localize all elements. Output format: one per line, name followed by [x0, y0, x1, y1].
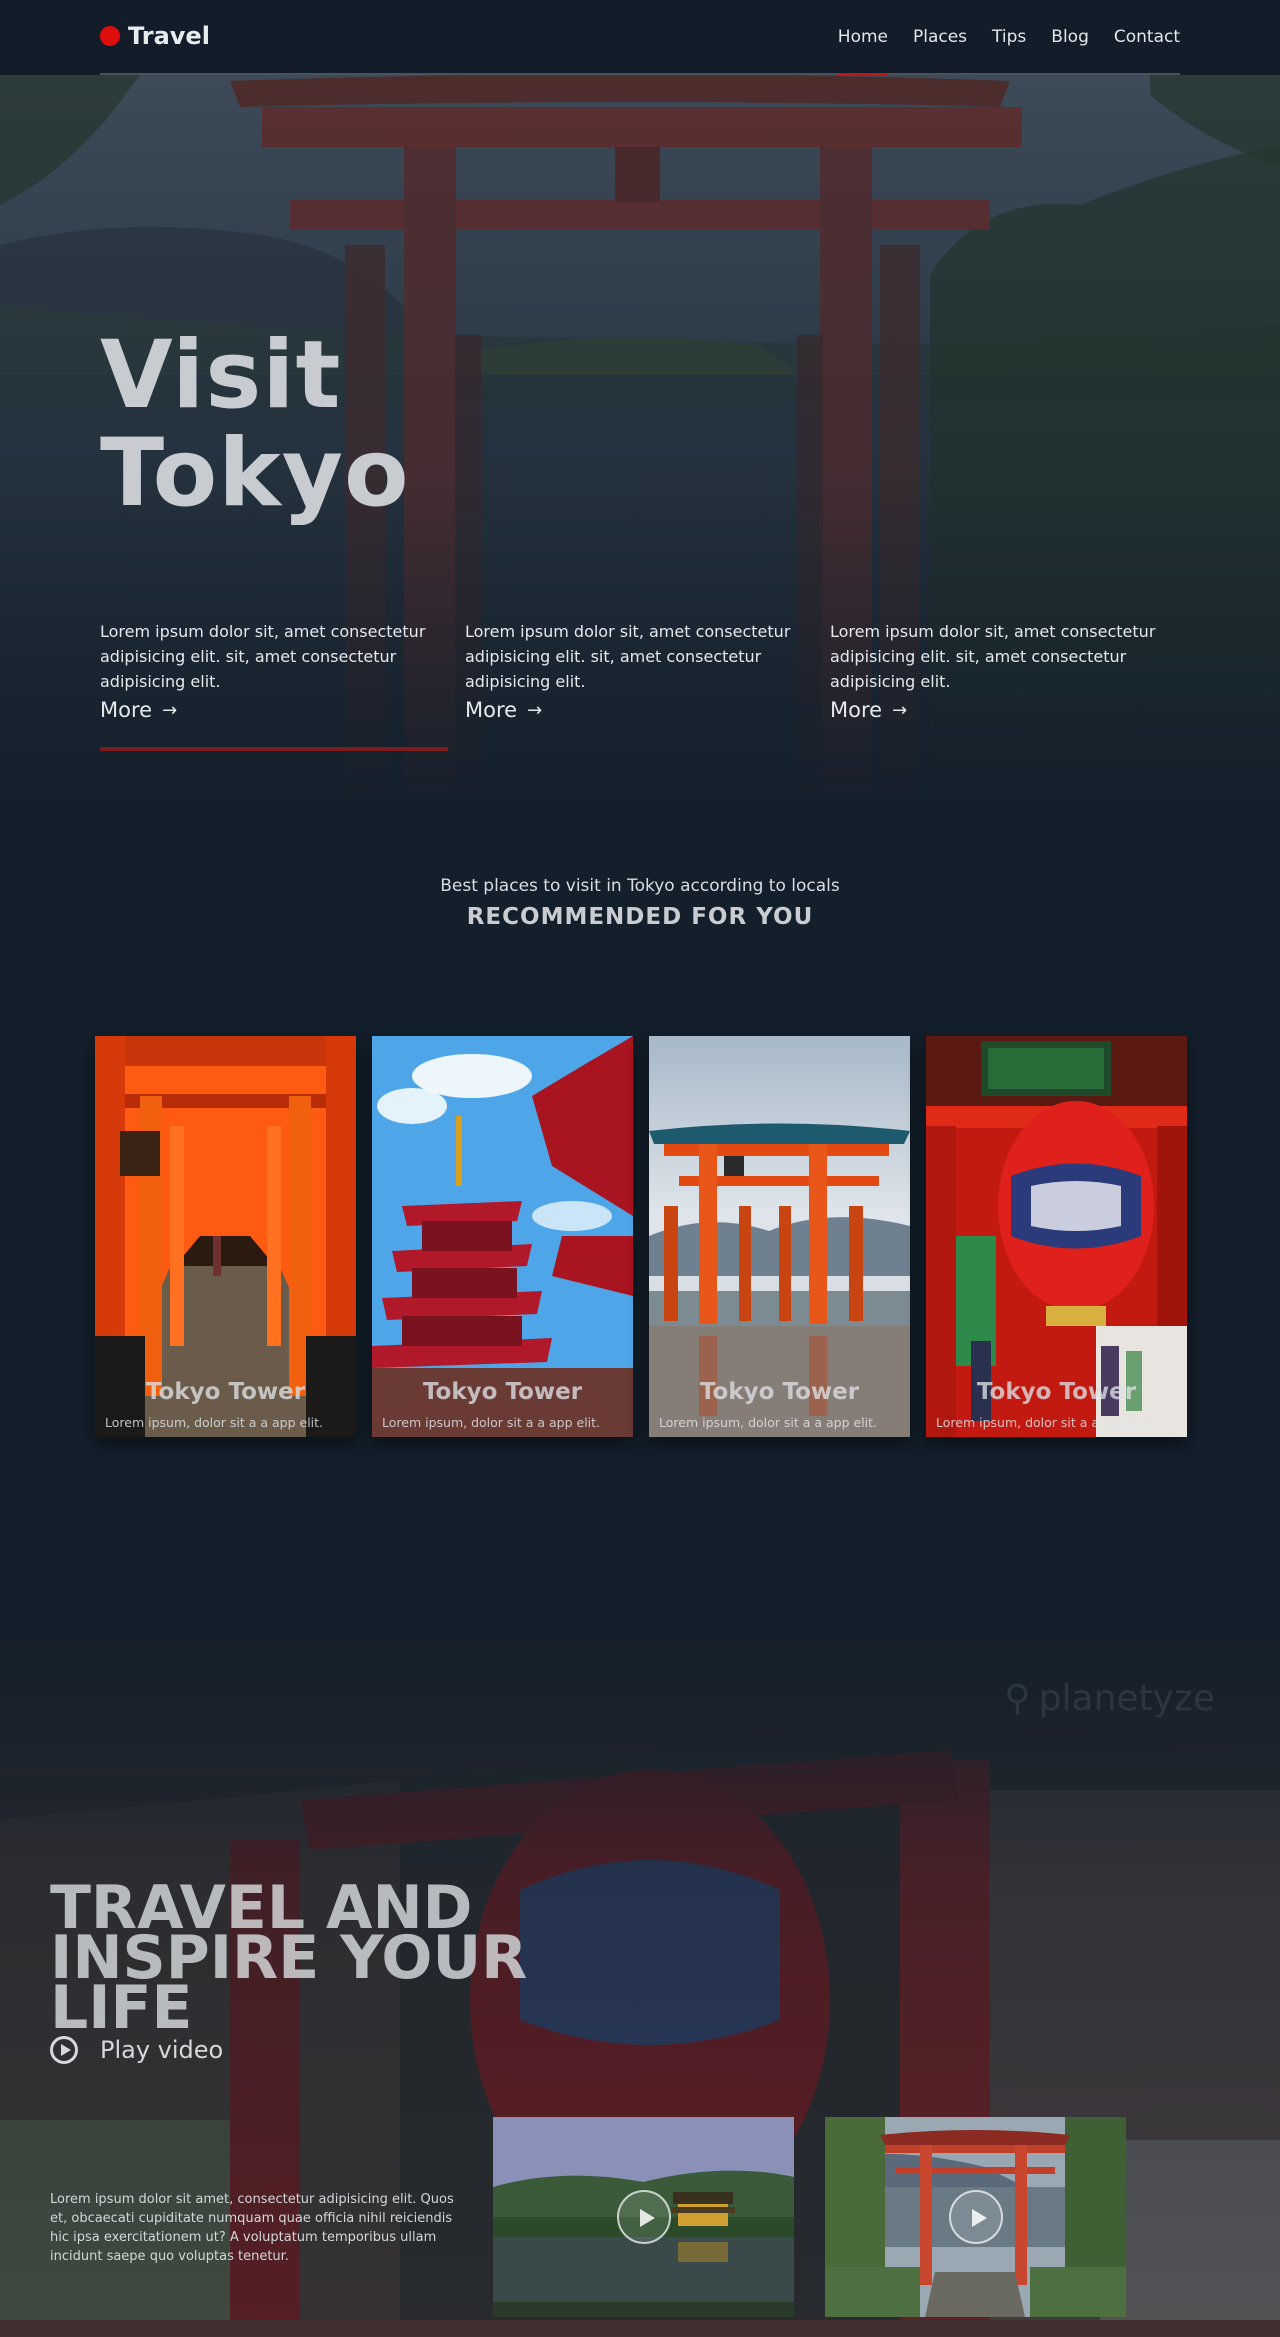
hero-title-line2: Tokyo	[100, 419, 410, 528]
more-link[interactable]: More →	[830, 698, 907, 722]
play-circle-icon	[50, 2036, 78, 2064]
brand-name: Travel	[128, 22, 210, 50]
play-icon	[948, 2190, 1003, 2244]
hero-column-text: Lorem ipsum dolor sit, amet consectetur …	[830, 622, 1156, 691]
hero-column-2: Lorem ipsum dolor sit, amet consectetur …	[465, 619, 795, 722]
place-card[interactable]: Tokyo Tower Lorem ipsum, dolor sit a a a…	[649, 1036, 910, 1437]
hero-column-1: Lorem ipsum dolor sit, amet consectetur …	[100, 619, 430, 722]
travel-section: ⚲ planetyze TRAVEL AND INSPIRE YOUR LIFE…	[0, 1640, 1280, 2337]
card-description: Lorem ipsum, dolor sit a a app elit.	[659, 1415, 878, 1430]
play-video-button[interactable]: Play video	[50, 2036, 223, 2064]
pagoda-image	[372, 1036, 633, 1437]
more-link[interactable]: More →	[100, 698, 177, 722]
hero-title: Visit Tokyo	[100, 327, 410, 523]
watermark: ⚲ planetyze	[1004, 1678, 1215, 1719]
location-pin-icon: ⚲	[1004, 1678, 1031, 1719]
card-description: Lorem ipsum, dolor sit a a app elit.	[382, 1415, 601, 1430]
video-thumbnail-golden-pavilion[interactable]	[493, 2117, 794, 2317]
place-card[interactable]: Tokyo Tower Lorem ipsum, dolor sit a a a…	[372, 1036, 633, 1437]
brand-logo[interactable]: Travel	[100, 22, 210, 50]
card-description: Lorem ipsum, dolor sit a a app elit.	[936, 1415, 1155, 1430]
card-description: Lorem ipsum, dolor sit a a app elit.	[105, 1415, 324, 1430]
top-navbar: Travel Home Places Tips Blog Contact	[0, 0, 1280, 76]
place-card[interactable]: Tokyo Tower Lorem ipsum, dolor sit a a a…	[926, 1036, 1187, 1437]
main-menu: Home Places Tips Blog Contact	[837, 27, 1180, 76]
play-icon	[616, 2190, 671, 2244]
play-video-label: Play video	[100, 2036, 224, 2064]
arrow-right-icon: →	[892, 699, 908, 721]
travel-description: Lorem ipsum dolor sit amet, consectetur …	[50, 2192, 454, 2264]
video-thumbnail-lakeside-torii[interactable]	[825, 2117, 1126, 2317]
nav-item-contact[interactable]: Contact	[1114, 27, 1180, 47]
travel-title: TRAVEL AND INSPIRE YOUR LIFE	[50, 1873, 528, 2043]
hero-active-indicator	[100, 747, 448, 751]
hero-column-text: Lorem ipsum dolor sit, amet consectetur …	[100, 622, 426, 691]
arrow-right-icon: →	[162, 699, 178, 721]
card-title: Tokyo Tower	[145, 1379, 306, 1405]
hero-column-text: Lorem ipsum dolor sit, amet consectetur …	[465, 622, 791, 691]
card-title: Tokyo Tower	[422, 1379, 583, 1405]
place-card[interactable]: Tokyo Tower Lorem ipsum, dolor sit a a a…	[95, 1036, 356, 1437]
more-link[interactable]: More →	[465, 698, 542, 722]
recommended-subtitle: Best places to visit in Tokyo according …	[440, 876, 840, 896]
card-title: Tokyo Tower	[699, 1379, 860, 1405]
nav-item-home[interactable]: Home	[837, 27, 889, 76]
recommended-title: RECOMMENDED FOR YOU	[466, 904, 814, 930]
card-title: Tokyo Tower	[976, 1379, 1137, 1405]
recommended-cards: Tokyo Tower Lorem ipsum, dolor sit a a a…	[95, 1036, 1187, 1437]
nav-item-tips[interactable]: Tips	[992, 27, 1026, 47]
hero-column-3: Lorem ipsum dolor sit, amet consectetur …	[830, 619, 1160, 722]
brand-dot-icon	[100, 26, 120, 46]
floating-torii-image	[649, 1036, 910, 1437]
watermark-text: planetyze	[1038, 1678, 1215, 1719]
more-label: More	[100, 698, 153, 722]
torii-corridor-image	[95, 1036, 356, 1437]
arrow-right-icon: →	[527, 699, 543, 721]
more-label: More	[830, 698, 883, 722]
hero-section: Visit Tokyo Lorem ipsum dolor sit, amet …	[0, 75, 1280, 795]
nav-item-blog[interactable]: Blog	[1051, 27, 1089, 47]
red-lantern-image	[926, 1036, 1187, 1437]
more-label: More	[465, 698, 518, 722]
navbar-inner: Travel Home Places Tips Blog Contact	[100, 0, 1180, 76]
hero-title-line1: Visit	[100, 321, 342, 430]
nav-item-places[interactable]: Places	[913, 27, 967, 47]
